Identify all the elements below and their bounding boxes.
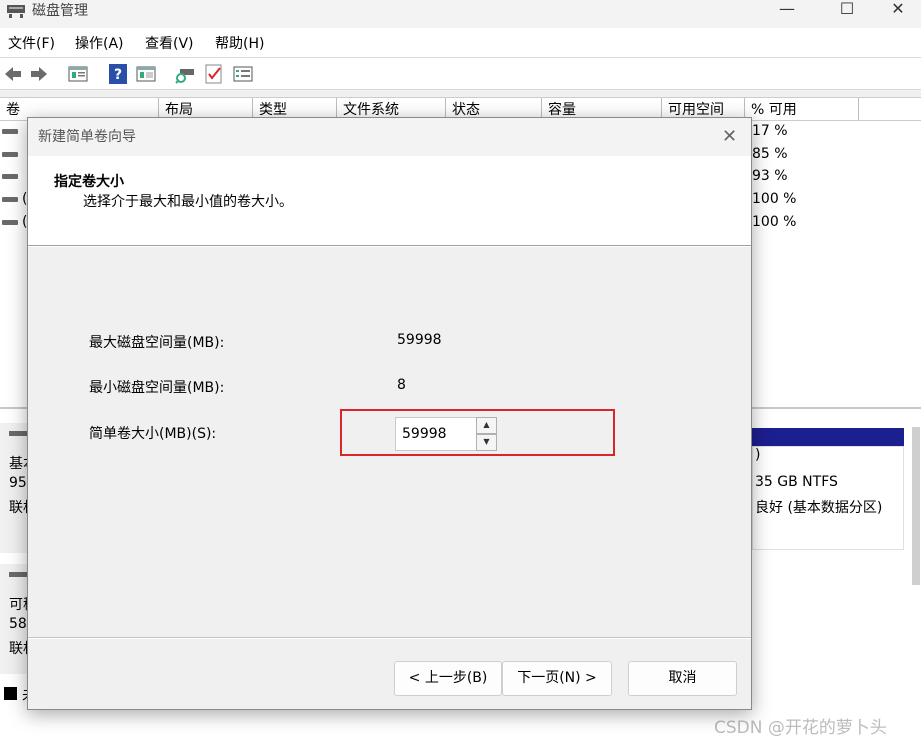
menu-help[interactable]: 帮助(H) [215,33,264,53]
volume-size-label: 简单卷大小(MB)(S): [89,426,217,442]
partition-status: 良好 (基本数据分区) [755,500,883,516]
cancel-button[interactable]: 取消 [628,661,737,696]
volume-percent-free: 93 % [752,168,788,184]
menu-file[interactable]: 文件(F) [8,33,55,53]
spin-down-button[interactable]: ▼ [476,434,497,451]
drive-icon [2,152,18,157]
watermark: CSDN @开花的萝卜头 [714,718,887,738]
column-percent-free[interactable]: % 可用 [745,98,859,120]
dialog-footer: < 上一步(B) 下一页(N) > 取消 [28,639,751,709]
disk-map-scrollbar[interactable] [912,427,920,585]
properties-icon[interactable] [67,63,89,85]
dialog-header: 指定卷大小 选择介于最大和最小值的卷大小。 [28,156,751,246]
min-space-label: 最小磁盘空间量(MB): [89,380,225,396]
list-view-icon[interactable] [232,63,254,85]
dialog-title: 新建简单卷向导 [38,129,136,145]
back-button[interactable]: < 上一步(B) [394,661,502,696]
connect-disk-icon[interactable] [174,63,196,85]
maximize-button[interactable]: ☐ [824,0,870,22]
volume-percent-free: 100 % [752,191,797,207]
spin-up-button[interactable]: ▲ [476,417,497,434]
dialog-title-bar: 新建简单卷向导 ✕ [28,118,751,156]
volume-percent-free: 100 % [752,214,797,230]
dialog-body: 最大磁盘空间量(MB): 59998 最小磁盘空间量(MB): 8 简单卷大小(… [28,247,751,638]
disk-0-size: 95 [9,475,27,491]
volume-percent-free: 85 % [752,146,788,162]
checklist-icon[interactable] [203,63,225,85]
partition-header-bar [752,428,904,446]
toolbar: ? [0,58,921,90]
step-description: 选择介于最大和最小值的卷大小。 [83,194,293,210]
window-title: 磁盘管理 [32,3,88,19]
back-arrow-icon[interactable] [2,63,24,85]
partition-size: 35 GB NTFS [755,474,838,490]
partition-name: ) [755,447,761,463]
new-simple-volume-wizard: 新建简单卷向导 ✕ 指定卷大小 选择介于最大和最小值的卷大小。 最大磁盘空间量(… [27,117,752,710]
close-window-button[interactable]: ✕ [875,0,921,22]
max-space-value: 59998 [397,332,442,348]
menu-view[interactable]: 查看(V) [145,33,194,53]
help-icon[interactable]: ? [107,63,129,85]
title-bar: 磁盘管理 — ☐ ✕ [0,0,921,28]
drive-icon [2,220,18,225]
minimize-button[interactable]: — [764,0,810,22]
svg-text:?: ? [114,67,122,83]
min-space-value: 8 [397,377,406,393]
partition-block[interactable]: ) 35 GB NTFS 良好 (基本数据分区) [752,446,904,550]
max-space-label: 最大磁盘空间量(MB): [89,335,225,351]
view-icon[interactable] [135,63,157,85]
disk-management-app-icon [7,5,25,18]
drive-icon [2,174,18,179]
drive-icon [2,129,18,134]
drive-icon [2,197,18,202]
forward-arrow-icon[interactable] [28,63,50,85]
next-button[interactable]: 下一页(N) > [502,661,612,696]
step-heading: 指定卷大小 [54,174,124,190]
disk-1-size: 58 [9,616,27,632]
volume-size-input[interactable] [395,417,477,451]
volume-percent-free: 17 % [752,123,788,139]
menu-action[interactable]: 操作(A) [75,33,124,53]
dialog-close-button[interactable]: ✕ [722,126,737,147]
legend-unallocated-swatch [4,687,17,700]
menu-bar: 文件(F) 操作(A) 查看(V) 帮助(H) [0,28,921,58]
